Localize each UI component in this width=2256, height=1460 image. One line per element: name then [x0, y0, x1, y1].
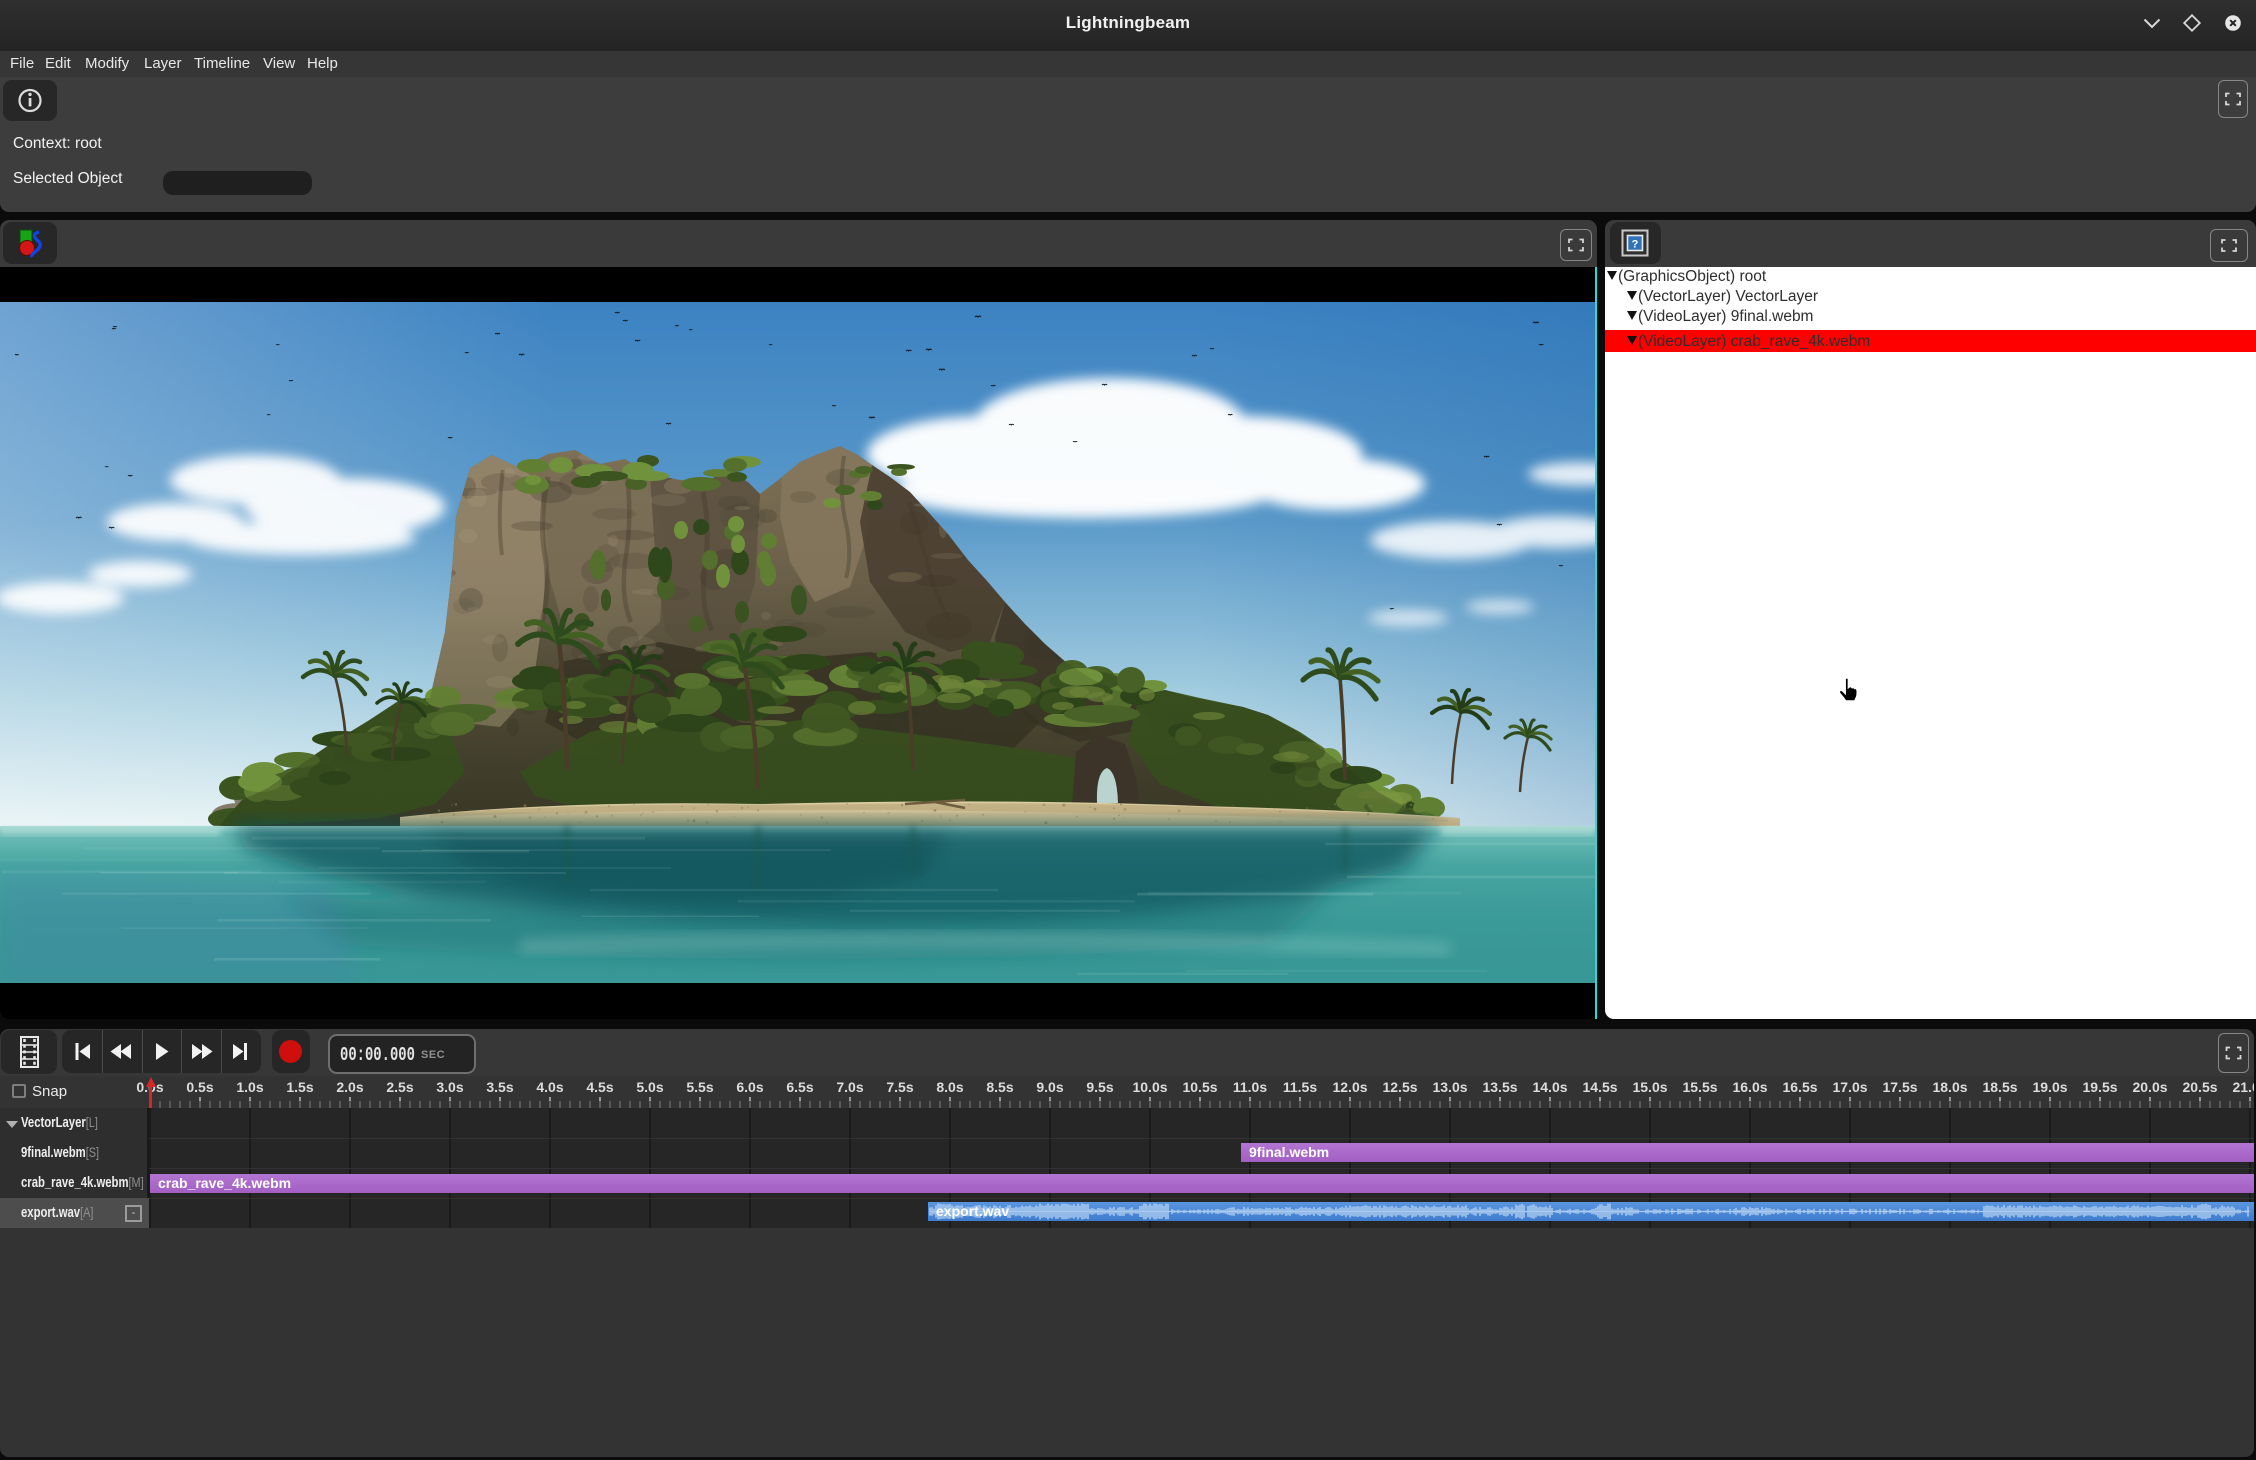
svg-text:?: ? — [1632, 239, 1639, 251]
